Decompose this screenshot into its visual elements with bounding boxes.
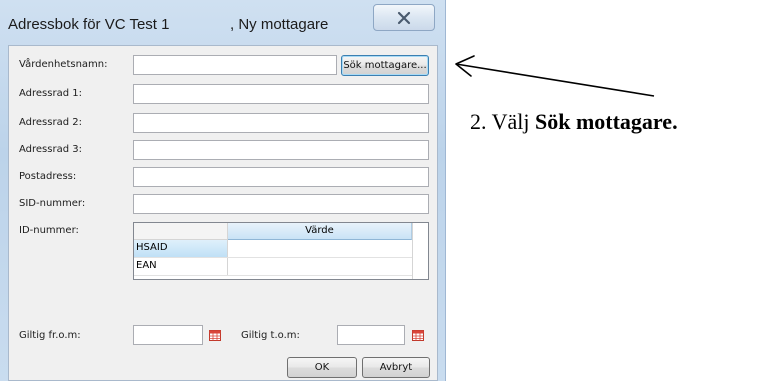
adressrad2-input[interactable] xyxy=(133,113,429,133)
grid-corner-header xyxy=(134,223,228,240)
grid-cell-value[interactable] xyxy=(229,240,412,257)
label-giltig-from: Giltig fr.o.m: xyxy=(19,330,81,341)
id-number-grid[interactable]: Värde HSAID EAN xyxy=(133,222,429,280)
label-postadress: Postadress: xyxy=(19,171,77,182)
label-giltig-tom: Giltig t.o.m: xyxy=(241,330,300,341)
ok-button[interactable]: OK xyxy=(287,357,357,378)
cancel-button[interactable]: Avbryt xyxy=(362,357,430,378)
grid-column-header-varde[interactable]: Värde xyxy=(228,223,412,240)
instruction-prefix: 2. Välj xyxy=(470,109,535,134)
instruction-annotation: 2. Välj Sök mottagare. xyxy=(470,109,678,135)
instruction-bold: Sök mottagare. xyxy=(534,109,678,134)
search-recipient-button[interactable]: Sök mottagare... xyxy=(341,55,429,76)
arrow-left-icon xyxy=(455,55,655,97)
close-button[interactable] xyxy=(373,4,435,31)
grid-cell-value[interactable] xyxy=(229,258,412,275)
vardenhetsnamn-input[interactable] xyxy=(133,55,337,75)
postadress-input[interactable] xyxy=(133,167,429,187)
grid-row-header[interactable]: HSAID xyxy=(134,240,228,257)
label-sid-nummer: SID-nummer: xyxy=(19,198,86,209)
close-icon xyxy=(397,11,411,24)
label-adressrad3: Adressrad 3: xyxy=(19,144,82,155)
label-vardenhetsnamn: Vårdenhetsnamn: xyxy=(19,59,108,70)
giltig-from-input[interactable] xyxy=(133,325,203,345)
grid-row[interactable]: EAN xyxy=(134,258,412,276)
grid-row-header[interactable]: EAN xyxy=(134,258,228,275)
label-adressrad1: Adressrad 1: xyxy=(19,88,82,99)
label-id-nummer: ID-nummer: xyxy=(19,225,79,236)
window-title-prefix: Adressbok för VC Test 1 xyxy=(8,16,170,33)
grid-row[interactable]: HSAID xyxy=(134,240,412,258)
adressrad3-input[interactable] xyxy=(133,140,429,160)
dialog-window: Adressbok för VC Test 1 , Ny mottagare V… xyxy=(0,0,446,381)
label-adressrad2: Adressrad 2: xyxy=(19,117,82,128)
calendar-icon[interactable] xyxy=(209,330,221,341)
giltig-tom-input[interactable] xyxy=(337,325,405,345)
calendar-icon[interactable] xyxy=(412,330,424,341)
dialog-body: Vårdenhetsnamn: Sök mottagare... Adressr… xyxy=(8,45,438,381)
adressrad1-input[interactable] xyxy=(133,84,429,104)
title-bar: Adressbok för VC Test 1 , Ny mottagare xyxy=(0,0,446,44)
sid-nummer-input[interactable] xyxy=(133,194,429,214)
window-title-suffix: , Ny mottagare xyxy=(230,16,329,33)
grid-scroll-gutter xyxy=(412,223,428,279)
